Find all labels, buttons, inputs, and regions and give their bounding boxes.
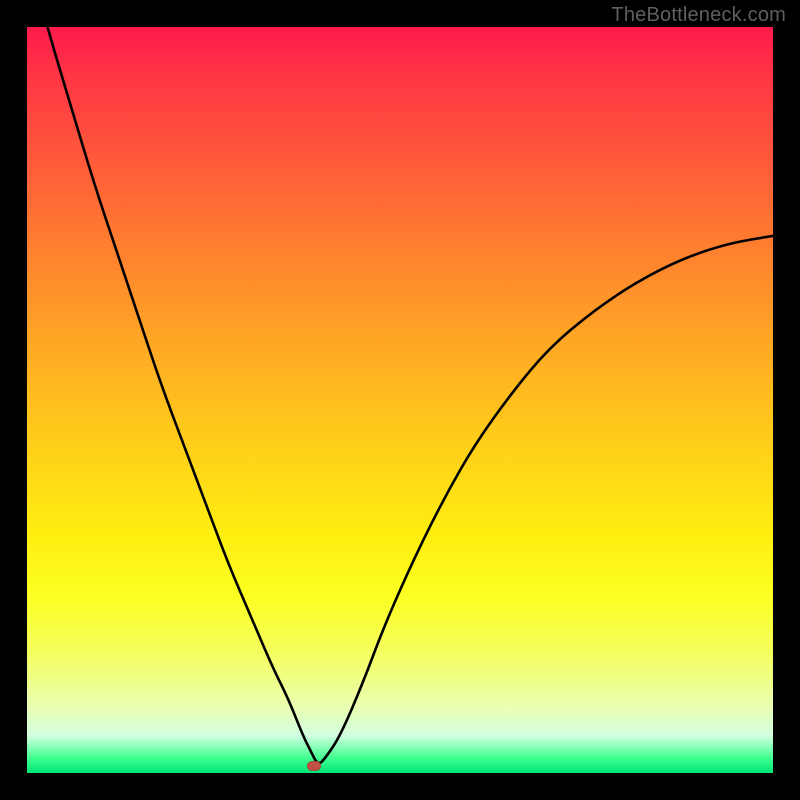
watermark-text: TheBottleneck.com <box>611 4 786 27</box>
minimum-marker <box>307 761 321 771</box>
bottleneck-curve <box>27 27 773 773</box>
plot-area <box>27 27 773 773</box>
chart-frame: TheBottleneck.com <box>0 0 800 800</box>
